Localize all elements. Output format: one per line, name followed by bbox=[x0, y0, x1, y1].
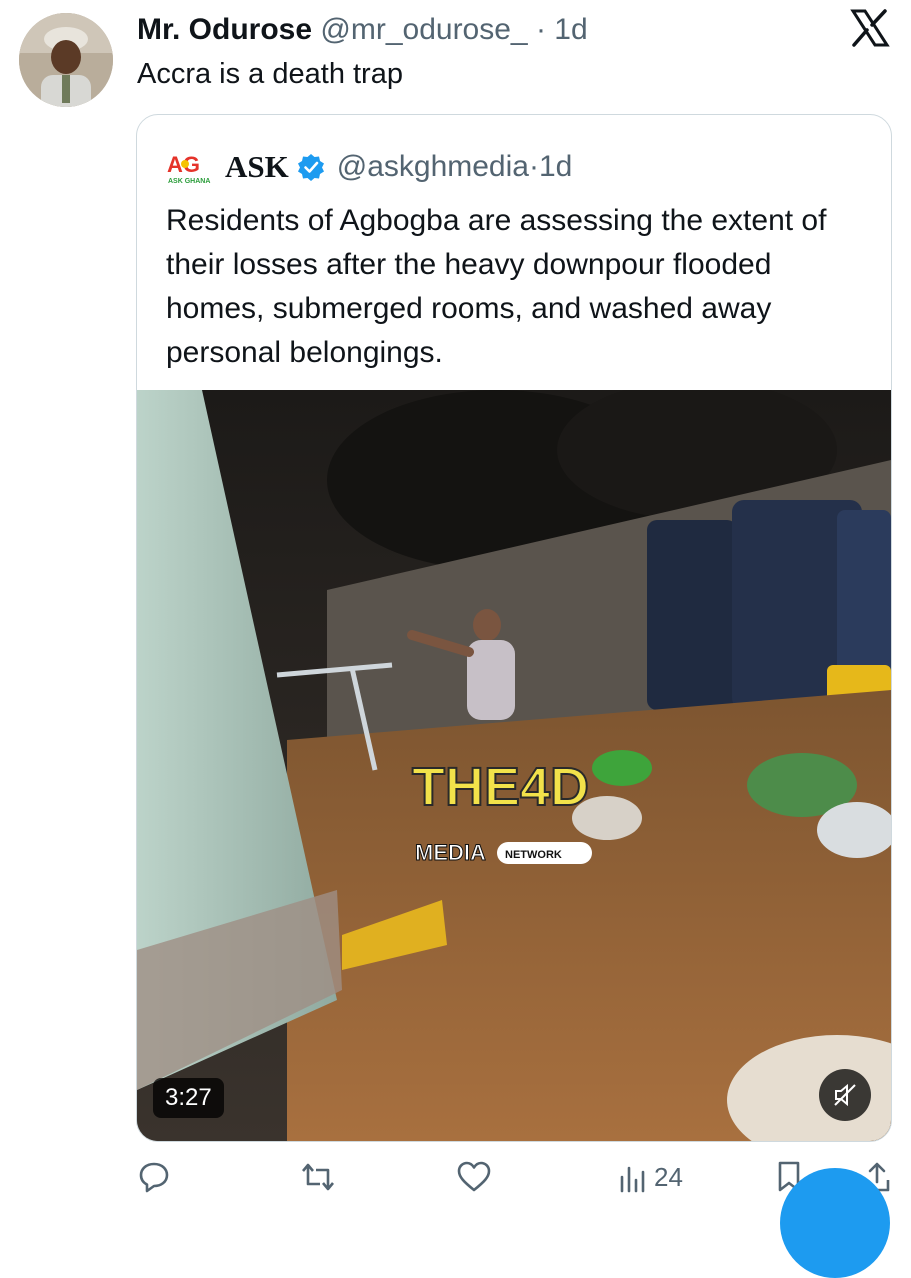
quoted-time[interactable]: 1d bbox=[539, 150, 572, 184]
reply-button[interactable] bbox=[137, 1160, 171, 1194]
quoted-separator-dot: · bbox=[528, 150, 539, 183]
ask-ghana-logo: AG ASK GHANA bbox=[165, 147, 213, 187]
video-frame: THE4D MEDIA NETWORK bbox=[137, 390, 891, 1141]
views-button[interactable]: 24 bbox=[618, 1160, 683, 1194]
tweet-action-bar: 24 bbox=[0, 1150, 911, 1200]
views-icon bbox=[620, 1166, 645, 1193]
quoted-text: Residents of Agbogba are assessing the e… bbox=[166, 204, 827, 369]
separator-dot: · bbox=[535, 13, 546, 46]
views-count: 24 bbox=[654, 1161, 683, 1192]
like-button[interactable] bbox=[456, 1160, 492, 1194]
quoted-author-name[interactable]: ASK bbox=[225, 149, 289, 185]
tweet-text: Accra is a death trap bbox=[137, 58, 403, 90]
quoted-author-handle[interactable]: @askghmedia bbox=[337, 150, 529, 184]
avatar-image bbox=[19, 13, 113, 107]
video-duration: 3:27 bbox=[153, 1078, 224, 1118]
retweet-icon bbox=[302, 1163, 334, 1191]
quoted-header: AG ASK GHANA ASK @askghmedia · 1d bbox=[165, 147, 572, 187]
svg-text:ASK GHANA: ASK GHANA bbox=[168, 178, 210, 185]
speaker-muted-icon bbox=[834, 1083, 856, 1107]
video-player[interactable]: THE4D MEDIA NETWORK 3:27 bbox=[137, 390, 891, 1141]
svg-text:THE4D: THE4D bbox=[412, 757, 589, 817]
tweet-header: Mr. Odurose @mr_odurose_ · 1d bbox=[137, 12, 588, 48]
author-name[interactable]: Mr. Odurose bbox=[137, 13, 312, 46]
author-avatar[interactable] bbox=[19, 13, 113, 107]
compose-fab-button[interactable] bbox=[780, 1168, 890, 1278]
mute-toggle-button[interactable] bbox=[819, 1069, 871, 1121]
author-handle[interactable]: @mr_odurose_ bbox=[320, 13, 527, 46]
quoted-tweet[interactable]: AG ASK GHANA ASK @askghmedia · 1d Reside… bbox=[136, 114, 892, 1142]
retweet-button[interactable] bbox=[300, 1160, 336, 1194]
verified-badge-icon bbox=[297, 154, 324, 181]
like-icon bbox=[457, 1161, 491, 1192]
x-logo-icon[interactable] bbox=[850, 8, 890, 48]
tweet-time[interactable]: 1d bbox=[554, 13, 587, 46]
reply-icon bbox=[139, 1162, 169, 1193]
svg-text:MEDIA: MEDIA bbox=[415, 840, 486, 865]
svg-text:NETWORK: NETWORK bbox=[505, 849, 562, 861]
